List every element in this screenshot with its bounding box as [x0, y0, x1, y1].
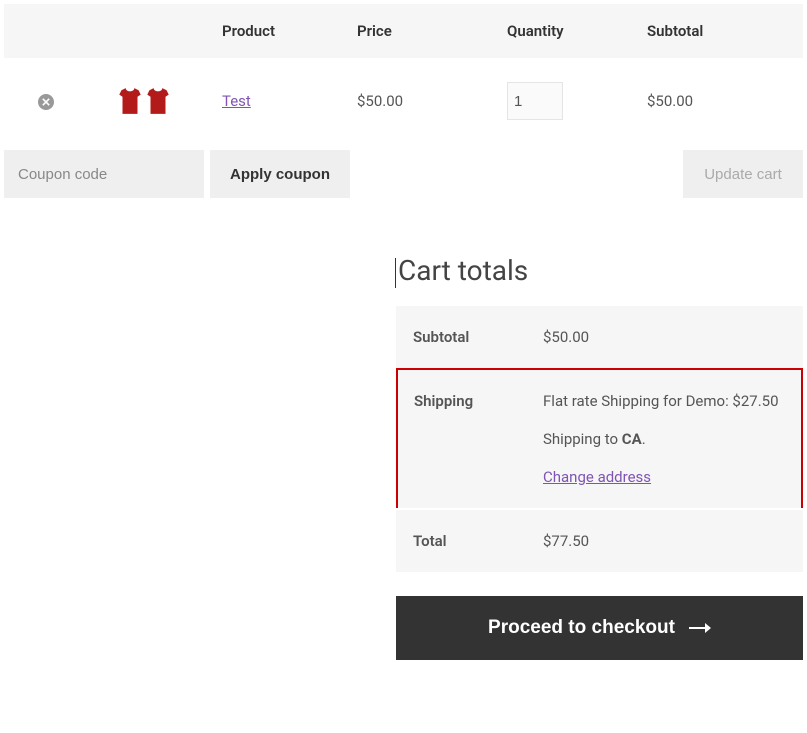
cart-table: Product Price Quantity Subtotal Test $50… [4, 4, 803, 144]
subtotal-label: Subtotal [397, 306, 527, 369]
shipping-label: Shipping [397, 369, 527, 509]
cart-actions: Apply coupon Update cart [4, 150, 803, 198]
header-price: Price [349, 4, 499, 58]
update-cart-button[interactable]: Update cart [683, 150, 803, 198]
total-value: $77.50 [527, 509, 802, 572]
cart-totals: Cart totals Subtotal $50.00 Shipping Fla… [396, 254, 803, 660]
change-address-link[interactable]: Change address [543, 468, 651, 486]
product-thumbnail[interactable] [82, 86, 206, 116]
totals-table: Subtotal $50.00 Shipping Flat rate Shipp… [396, 306, 803, 572]
arrow-right-icon [689, 621, 711, 635]
header-quantity: Quantity [499, 4, 639, 58]
close-icon [42, 98, 50, 106]
total-label: Total [397, 509, 527, 572]
coupon-input[interactable] [4, 150, 204, 198]
table-row: Test $50.00 $50.00 [4, 58, 803, 144]
product-link[interactable]: Test [222, 92, 251, 110]
shipping-method: Flat rate Shipping for Demo: $27.50 [543, 392, 785, 410]
remove-item-button[interactable] [38, 94, 54, 110]
header-product: Product [214, 4, 349, 58]
item-price: $50.00 [349, 58, 499, 144]
subtotal-value: $50.00 [527, 306, 802, 369]
quantity-input[interactable] [507, 82, 563, 120]
header-subtotal: Subtotal [639, 4, 803, 58]
item-subtotal: $50.00 [639, 58, 803, 144]
tshirt-icon [117, 86, 143, 116]
cart-totals-title: Cart totals [395, 254, 803, 288]
tshirt-icon [145, 86, 171, 116]
shipping-row-highlighted: Shipping Flat rate Shipping for Demo: $2… [397, 369, 802, 509]
apply-coupon-button[interactable]: Apply coupon [210, 150, 350, 198]
checkout-label: Proceed to checkout [488, 617, 675, 639]
proceed-to-checkout-button[interactable]: Proceed to checkout [396, 596, 803, 660]
shipping-destination: Shipping to CA. [543, 430, 785, 448]
